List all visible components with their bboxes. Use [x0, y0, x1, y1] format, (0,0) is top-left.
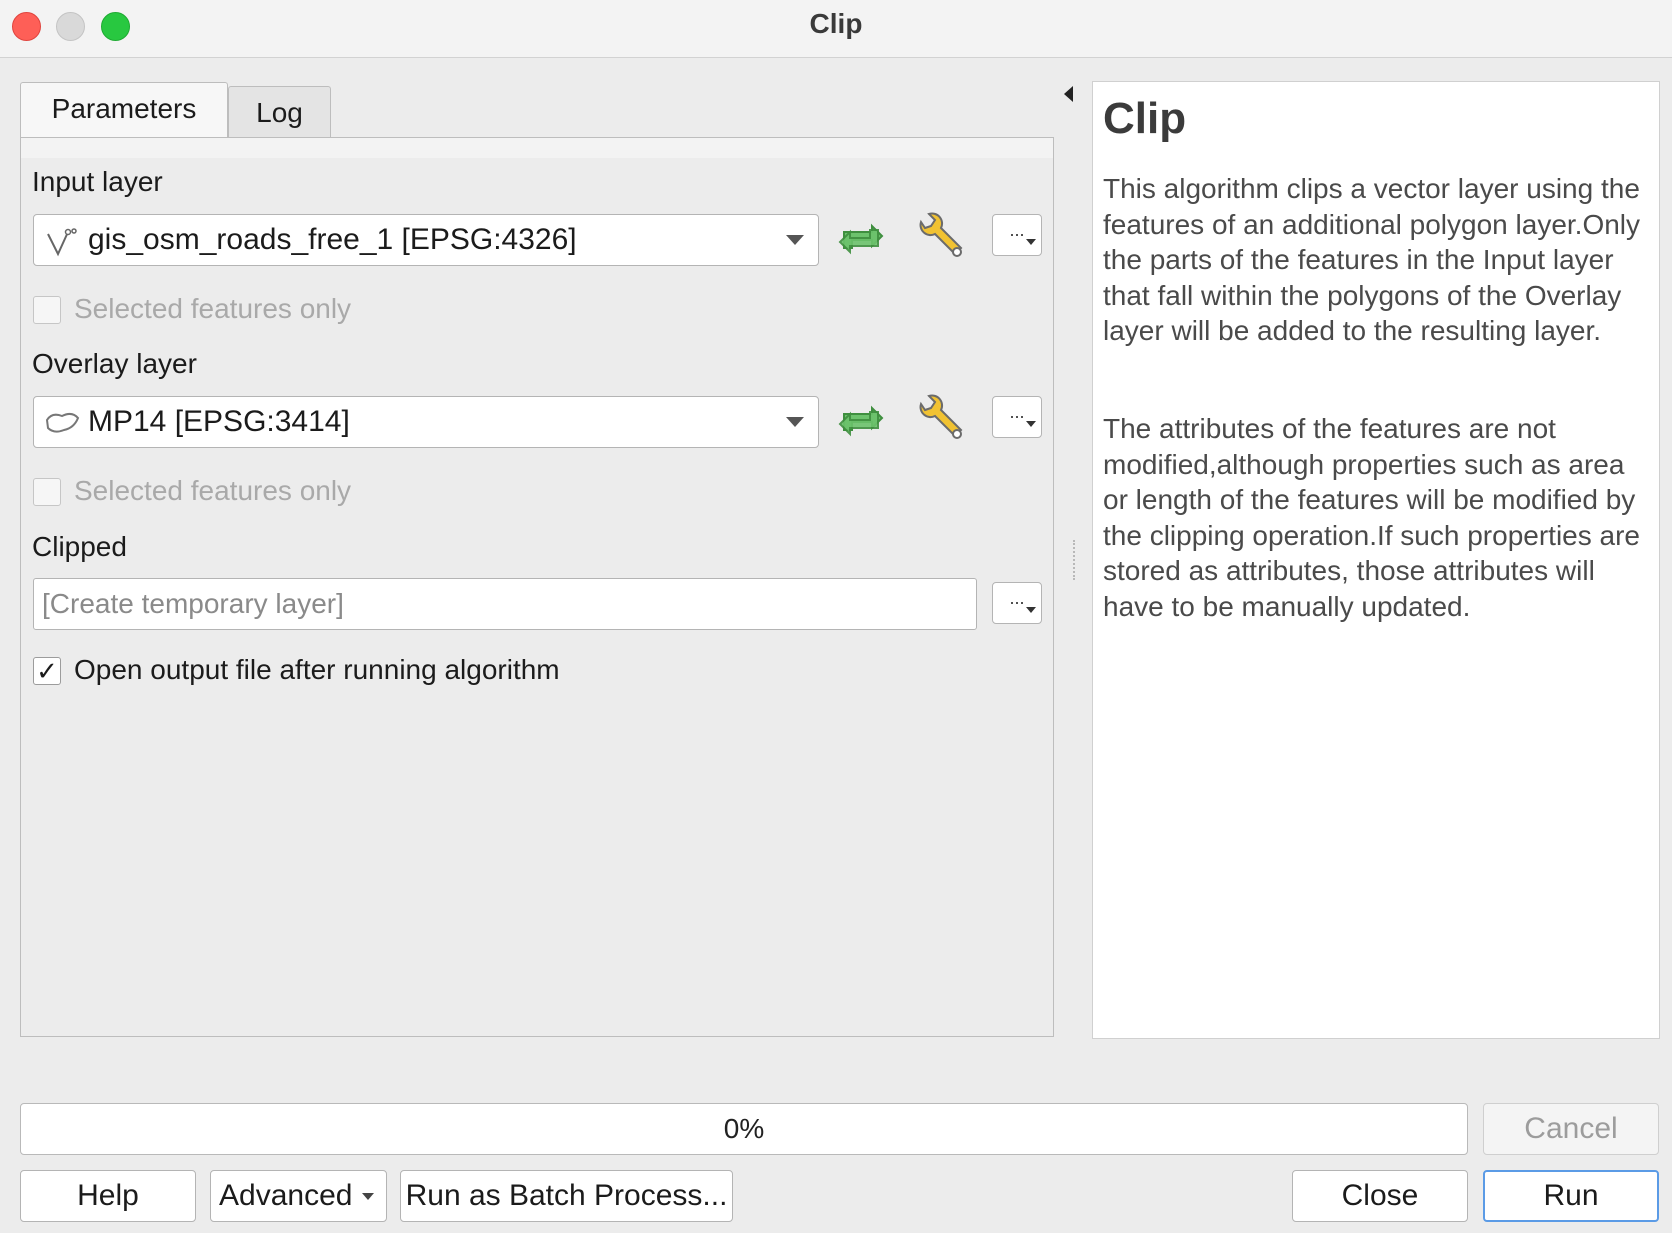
- dropdown-arrow-icon: [1026, 607, 1036, 613]
- help-title: Clip: [1103, 94, 1187, 143]
- dropdown-arrow-icon: [1026, 421, 1036, 427]
- line-layer-icon: [44, 224, 80, 257]
- help-paragraph: This algorithm clips a vector layer usin…: [1103, 173, 1641, 346]
- progress-bar: 0%: [20, 1103, 1468, 1155]
- open-output-checkbox[interactable]: ✓: [33, 657, 61, 685]
- clipped-label: Clipped: [32, 531, 127, 562]
- tab-parameters[interactable]: Parameters: [20, 82, 228, 139]
- advanced-label: Advanced: [219, 1179, 353, 1212]
- browse-label: ...: [1009, 402, 1025, 422]
- overlay-layer-combo[interactable]: MP14 [EPSG:3414]: [33, 396, 819, 448]
- wrench-icon[interactable]: [915, 212, 969, 266]
- dropdown-arrow-icon: [1026, 239, 1036, 245]
- cancel-button[interactable]: Cancel: [1483, 1103, 1659, 1155]
- run-as-batch-button[interactable]: Run as Batch Process...: [400, 1170, 733, 1222]
- tab-log[interactable]: Log: [228, 86, 331, 138]
- chevron-down-icon: [786, 235, 804, 245]
- input-layer-value: gis_osm_roads_free_1 [EPSG:4326]: [88, 223, 577, 256]
- input-layer-label: Input layer: [32, 166, 163, 197]
- splitter-handle[interactable]: [1073, 540, 1078, 580]
- input-layer-browse-button[interactable]: ...: [992, 214, 1042, 256]
- chevron-down-icon: [362, 1193, 374, 1200]
- overlay-layer-label: Overlay layer: [32, 348, 197, 379]
- browse-label: ...: [1009, 220, 1025, 240]
- run-button[interactable]: Run: [1483, 1170, 1659, 1222]
- wrench-icon[interactable]: [915, 394, 969, 448]
- help-panel: Clip This algorithm clips a vector layer…: [1092, 81, 1660, 1039]
- open-output-label: Open output file after running algorithm: [74, 654, 560, 685]
- collapse-help-icon[interactable]: [1064, 86, 1073, 102]
- input-layer-combo[interactable]: gis_osm_roads_free_1 [EPSG:4326]: [33, 214, 819, 266]
- overlay-selected-only-checkbox[interactable]: [33, 478, 61, 506]
- browse-label: ...: [1009, 588, 1025, 608]
- title-bar: Clip: [0, 0, 1672, 58]
- help-button[interactable]: Help: [20, 1170, 196, 1222]
- overlay-layer-browse-button[interactable]: ...: [992, 396, 1042, 438]
- overlay-selected-only-label: Selected features only: [74, 475, 352, 506]
- advanced-button[interactable]: Advanced: [210, 1170, 387, 1222]
- iterate-icon[interactable]: [834, 394, 888, 448]
- input-selected-only-checkbox[interactable]: [33, 296, 61, 324]
- clipped-output-field[interactable]: [Create temporary layer]: [33, 578, 977, 630]
- overlay-layer-value: MP14 [EPSG:3414]: [88, 405, 350, 438]
- input-selected-only-label: Selected features only: [74, 293, 352, 324]
- progress-label: 0%: [723, 1113, 765, 1144]
- iterate-icon[interactable]: [834, 212, 888, 266]
- clipped-browse-button[interactable]: ...: [992, 582, 1042, 624]
- chevron-down-icon: [786, 417, 804, 427]
- close-button[interactable]: Close: [1292, 1170, 1468, 1222]
- help-paragraph: The attributes of the features are not m…: [1103, 413, 1640, 622]
- window-title: Clip: [809, 8, 863, 39]
- polygon-layer-icon: [44, 406, 80, 438]
